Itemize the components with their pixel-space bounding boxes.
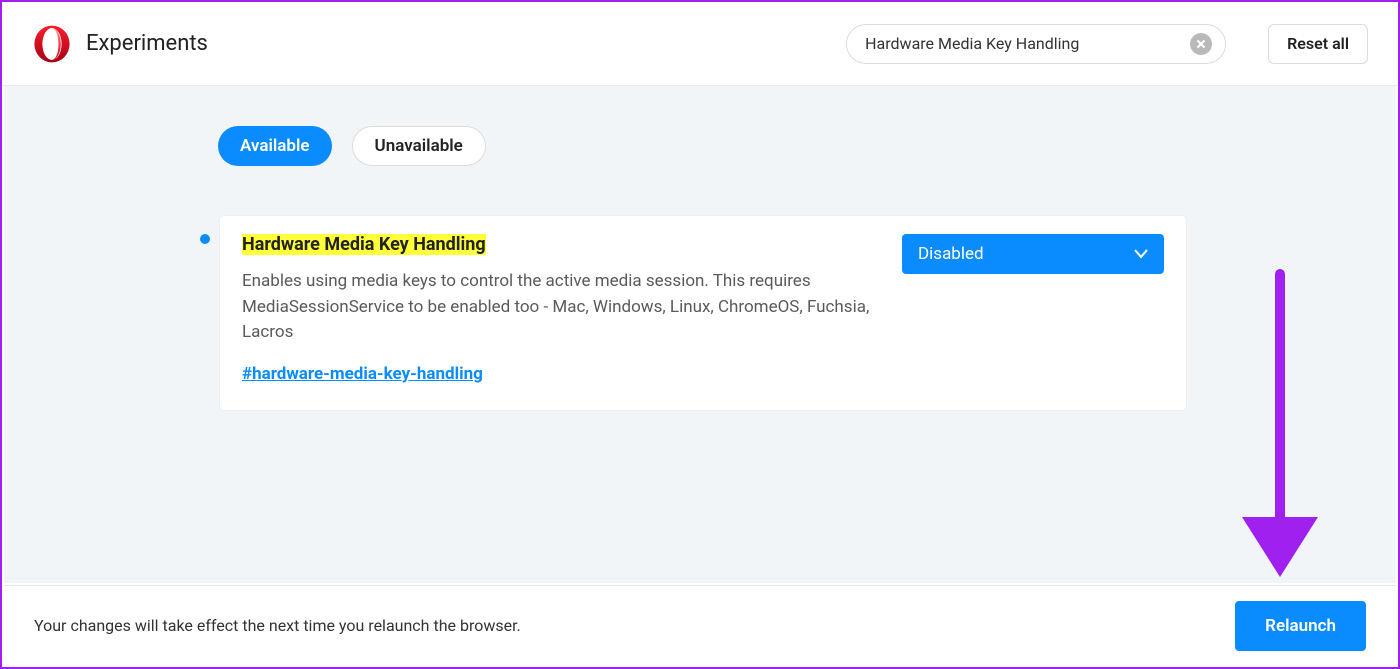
flag-state-dropdown[interactable]: Disabled <box>902 234 1164 274</box>
tab-strip: Available Unavailable <box>4 86 1396 166</box>
footer-message: Your changes will take effect the next t… <box>34 616 521 635</box>
flag-info: Hardware Media Key Handling Enables usin… <box>242 234 872 384</box>
experiments-page: Experiments Reset all Available Unavaila… <box>0 0 1400 669</box>
reset-all-button[interactable]: Reset all <box>1268 24 1368 64</box>
logo-title-group: Experiments <box>32 24 208 64</box>
flag-hash-link[interactable]: #hardware-media-key-handling <box>242 364 483 384</box>
search-input[interactable] <box>846 24 1226 64</box>
tab-unavailable[interactable]: Unavailable <box>352 126 486 166</box>
tab-available[interactable]: Available <box>218 126 332 166</box>
relaunch-button[interactable]: Relaunch <box>1235 601 1366 651</box>
flag-row: Hardware Media Key Handling Enables usin… <box>4 166 1396 410</box>
content-area: Available Unavailable Hardware Media Key… <box>4 86 1396 583</box>
flag-description: Enables using media keys to control the … <box>242 269 872 346</box>
opera-logo-icon <box>32 24 72 64</box>
page-title: Experiments <box>86 31 208 56</box>
clear-search-icon[interactable] <box>1190 33 1212 55</box>
chevron-down-icon <box>1134 249 1148 259</box>
footer-bar: Your changes will take effect the next t… <box>4 585 1396 665</box>
flag-card: Hardware Media Key Handling Enables usin… <box>220 216 1186 410</box>
flag-state-value: Disabled <box>918 244 984 264</box>
search-wrap <box>846 24 1226 64</box>
modified-indicator-icon <box>200 234 210 244</box>
header-bar: Experiments Reset all <box>2 2 1398 86</box>
flag-title: Hardware Media Key Handling <box>242 234 486 255</box>
